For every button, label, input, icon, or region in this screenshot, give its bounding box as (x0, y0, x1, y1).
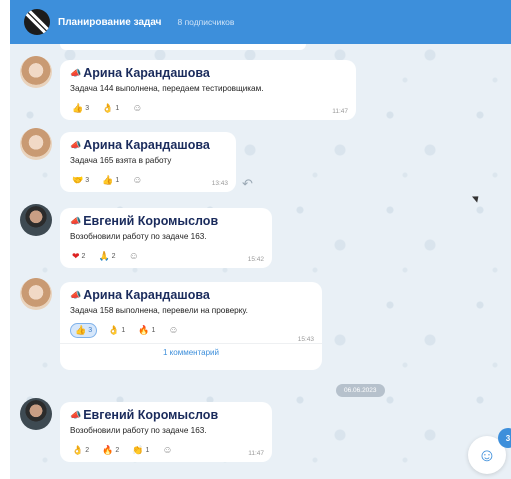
author-name[interactable]: Евгений Коромыслов (83, 214, 218, 228)
message-bubble[interactable]: 📣 Евгений Коромыслов Возобновили работу п… (60, 208, 272, 268)
message-text: Задача 144 выполнена, передаем тестировщ… (70, 84, 264, 93)
chat-window: Планирование задач 8 подписчиков 📣 Арина … (10, 0, 511, 479)
reaction-ok-hand[interactable]: 👌 1 (100, 102, 121, 115)
reaction-clap[interactable]: 👏 1 (130, 444, 151, 457)
megaphone-icon: 📣 (70, 67, 82, 78)
reaction-thumbs-up[interactable]: 👍 3 (70, 102, 91, 115)
megaphone-icon: 📣 (70, 289, 82, 300)
add-reaction-button[interactable]: ☺ (127, 250, 143, 263)
reactions-bar: 🤝 3 👍 1 ☺ (70, 173, 226, 187)
author-name[interactable]: Арина Карандашова (83, 288, 210, 302)
reactions-bar: 👌 2 🔥 2 👏 1 ☺ (70, 443, 262, 457)
message-bubble[interactable]: 📣 Арина Карандашова Задача 165 взята в ра… (60, 132, 236, 192)
add-reaction-button[interactable]: ☺ (166, 324, 182, 337)
reaction-pray[interactable]: 🙏 2 (96, 250, 117, 263)
add-reaction-button[interactable]: ☺ (130, 174, 146, 187)
smile-icon: ☺ (132, 102, 143, 114)
message-bubble[interactable]: 📣 Евгений Коромыслов Возобновили работу п… (60, 402, 272, 462)
reaction-heart[interactable]: ❤ 2 (70, 250, 87, 263)
message-time: 15:42 (247, 256, 264, 263)
megaphone-icon: 📣 (70, 215, 82, 226)
reaction-ok-hand[interactable]: 👌 2 (70, 444, 91, 457)
megaphone-icon: 📣 (70, 139, 82, 150)
author-avatar[interactable] (20, 128, 52, 160)
smile-icon: ☺ (132, 174, 143, 186)
message-time: 13:43 (211, 180, 228, 187)
message-text: Возобновили работу по задаче 163. (70, 232, 207, 241)
add-reaction-button[interactable]: ☺ (130, 102, 146, 115)
message-time: 11:47 (248, 450, 264, 457)
reaction-thumbs-up[interactable]: 👍 1 (100, 174, 121, 187)
author-avatar[interactable] (20, 278, 52, 310)
author-avatar[interactable] (20, 56, 52, 88)
smile-icon: ☺ (128, 250, 139, 262)
channel-header[interactable]: Планирование задач 8 подписчиков (10, 0, 511, 44)
megaphone-icon: 📣 (70, 409, 82, 420)
message-text: Задача 165 взята в работу (70, 156, 172, 165)
author-name[interactable]: Евгений Коромыслов (83, 408, 218, 422)
channel-title[interactable]: Планирование задач (58, 17, 161, 28)
add-reaction-button[interactable]: ☺ (160, 444, 176, 457)
smile-icon: ☺ (477, 444, 497, 465)
reactions-bar: 👍 3 👌 1 ☺ (70, 101, 346, 115)
message-text: Задача 158 выполнена, перевели на провер… (70, 306, 248, 315)
message-bubble[interactable]: 📣 Арина Карандашова Задача 158 выполнена,… (60, 282, 322, 370)
author-avatar[interactable] (20, 204, 52, 236)
reactions-bar: ❤ 2 🙏 2 ☺ (70, 249, 262, 263)
reaction-fire[interactable]: 🔥 2 (100, 444, 121, 457)
message-bubble[interactable]: 📣 Арина Карандашова Задача 144 выполнена,… (60, 60, 356, 120)
message-time: 15:43 (297, 336, 314, 343)
message-time: 11:47 (332, 108, 348, 115)
reaction-thumbs-up-selected[interactable]: 👍 3 (70, 322, 98, 338)
reactions-bar: 👍 3 👌 1 🔥 1 ☺ (70, 322, 312, 338)
unread-badge: 3 (498, 428, 511, 448)
reply-arrow-icon[interactable]: ↶ (242, 176, 253, 192)
message-text: Возобновили работу по задаче 163. (70, 426, 207, 435)
author-name[interactable]: Арина Карандашова (83, 138, 210, 152)
channel-avatar[interactable] (24, 9, 50, 35)
date-separator: 06.06.2023 (336, 384, 385, 397)
smile-icon: ☺ (162, 444, 173, 456)
smile-icon: ☺ (168, 324, 179, 336)
reaction-ok-hand[interactable]: 👌 1 (106, 324, 127, 337)
previous-message-edge (60, 44, 306, 50)
reaction-fire[interactable]: 🔥 1 (136, 324, 157, 337)
author-name[interactable]: Арина Карандашова (83, 66, 210, 80)
subscriber-count: 8 подписчиков (177, 17, 235, 27)
reaction-handshake[interactable]: 🤝 3 (70, 174, 91, 187)
comments-link[interactable]: 1 комментарий (60, 343, 322, 362)
author-avatar[interactable] (20, 398, 52, 430)
